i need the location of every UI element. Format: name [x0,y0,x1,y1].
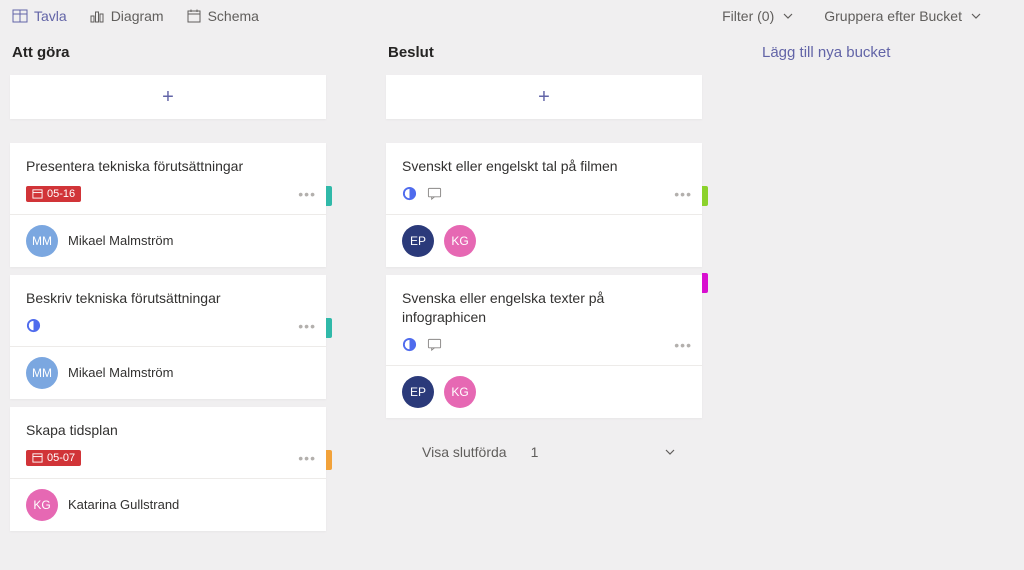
category-marker [702,273,708,293]
add-task-button[interactable]: + [386,75,702,119]
group-label: Gruppera efter Bucket [824,8,962,24]
bucket-att-gora: Att göra + Presentera tekniska förutsätt… [10,38,326,539]
card-assignees: EP KG [386,214,702,267]
chevron-down-icon [782,10,794,22]
group-button[interactable]: Gruppera efter Bucket [824,8,982,24]
avatar[interactable]: KG [444,225,476,257]
card-assignees: KG Katarina Gullstrand [10,478,326,531]
chart-icon [89,8,105,24]
calendar-icon [32,188,43,199]
tab-board-label: Tavla [34,8,67,24]
calendar-icon [186,8,202,24]
bucket-header[interactable]: Att göra [10,38,326,75]
card-title: Presentera tekniska förutsättningar [26,157,310,176]
assignee-name: Mikael Malmström [68,365,173,380]
card-assignees: MM Mikael Malmström [10,346,326,399]
add-bucket-button[interactable]: Lägg till nya bucket [762,38,962,539]
show-completed-count: 1 [531,444,539,460]
card-title: Beskriv tekniska förutsättningar [26,289,310,308]
card-more-button[interactable]: ••• [298,450,316,466]
show-completed-button[interactable]: Visa slutförda 1 [386,426,702,460]
card-title: Svenskt eller engelskt tal på filmen [402,157,686,176]
chevron-down-icon [970,10,982,22]
task-card[interactable]: Presentera tekniska förutsättningar 05-1… [10,143,326,267]
tab-chart[interactable]: Diagram [89,8,164,24]
calendar-icon [32,452,43,463]
avatar[interactable]: EP [402,225,434,257]
card-more-button[interactable]: ••• [674,186,692,202]
toolbar: Tavla Diagram Schema Filter (0) Gruppera… [0,0,1024,38]
bucket-beslut: Beslut + Svenskt eller engelskt tal på f… [386,38,702,539]
card-more-button[interactable]: ••• [674,337,692,353]
assignee-name: Mikael Malmström [68,233,173,248]
category-marker [702,186,708,206]
progress-in-progress-icon [402,337,417,352]
board: Att göra + Presentera tekniska förutsätt… [0,38,1024,539]
card-title: Svenska eller engelska texter på infogra… [402,289,686,327]
avatar[interactable]: MM [26,225,58,257]
card-title: Skapa tidsplan [26,421,310,440]
card-assignees: EP KG [386,365,702,418]
plus-icon: + [162,86,174,109]
chevron-down-icon [664,446,676,458]
tab-board[interactable]: Tavla [12,8,67,24]
bucket-header[interactable]: Beslut [386,38,702,75]
card-more-button[interactable]: ••• [298,318,316,334]
card-assignees: MM Mikael Malmström [10,214,326,267]
avatar[interactable]: KG [26,489,58,521]
progress-in-progress-icon [402,186,417,201]
show-completed-label: Visa slutförda [422,444,507,460]
category-marker [326,318,332,338]
comments-icon [427,186,442,201]
card-more-button[interactable]: ••• [298,186,316,202]
avatar[interactable]: KG [444,376,476,408]
filter-label: Filter (0) [722,8,774,24]
category-marker [326,186,332,206]
category-marker [326,450,332,470]
toolbar-right: Filter (0) Gruppera efter Bucket [722,8,1012,24]
tab-schedule[interactable]: Schema [186,8,259,24]
board-icon [12,8,28,24]
tab-chart-label: Diagram [111,8,164,24]
due-date-badge: 05-07 [26,450,81,466]
add-task-button[interactable]: + [10,75,326,119]
task-card[interactable]: Svenskt eller engelskt tal på filmen •••… [386,143,702,267]
avatar[interactable]: EP [402,376,434,408]
avatar[interactable]: MM [26,357,58,389]
tab-schedule-label: Schema [208,8,259,24]
assignee-name: Katarina Gullstrand [68,497,179,512]
due-date-badge: 05-16 [26,186,81,202]
task-card[interactable]: Beskriv tekniska förutsättningar ••• MM … [10,275,326,399]
plus-icon: + [538,86,550,109]
task-card[interactable]: Svenska eller engelska texter på infogra… [386,275,702,418]
filter-button[interactable]: Filter (0) [722,8,794,24]
comments-icon [427,337,442,352]
view-tabs: Tavla Diagram Schema [12,8,259,24]
task-card[interactable]: Skapa tidsplan 05-07 ••• KG Katarina Gul… [10,407,326,531]
progress-in-progress-icon [26,318,41,333]
